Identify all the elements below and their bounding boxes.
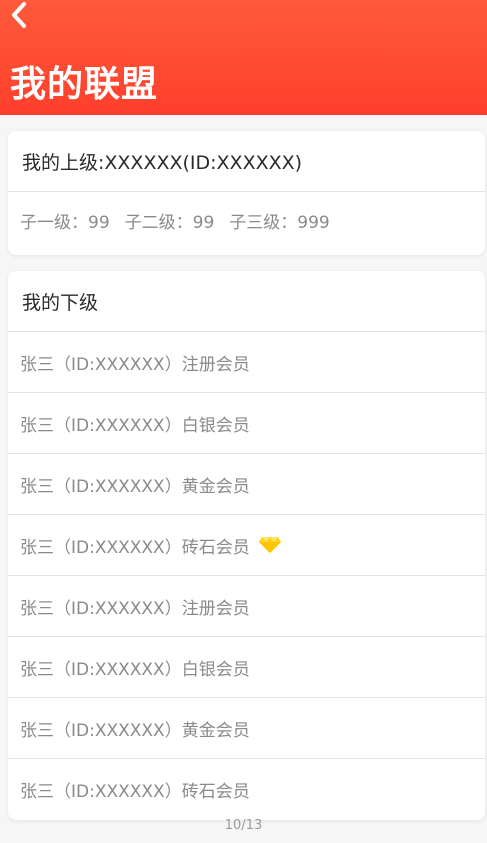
list-item[interactable]: 张三（ID:XXXXXX）注册会员 bbox=[8, 332, 485, 393]
page-title: 我的联盟 bbox=[10, 64, 159, 105]
list-item[interactable]: 张三（ID:XXXXXX）注册会员 bbox=[8, 576, 485, 637]
level-1-count: 子一级：99 bbox=[20, 212, 110, 233]
level-2-count: 子二级：99 bbox=[124, 212, 215, 233]
member-text: 张三（ID:XXXXXX）注册会员 bbox=[20, 354, 250, 375]
subordinates-card: 我的下级 张三（ID:XXXXXX）注册会员 张三（ID:XXXXXX）白银会员… bbox=[8, 271, 485, 820]
chevron-left-icon bbox=[12, 2, 26, 28]
list-item[interactable]: 张三（ID:XXXXXX）砖石会员 bbox=[8, 515, 485, 576]
list-item[interactable]: 张三（ID:XXXXXX）白银会员 bbox=[8, 637, 485, 698]
app-header: 我的联盟 bbox=[0, 0, 487, 115]
member-text: 张三（ID:XXXXXX）砖石会员 bbox=[20, 537, 250, 558]
list-item[interactable]: 张三（ID:XXXXXX）黄金会员 bbox=[8, 454, 485, 515]
subordinates-heading: 我的下级 bbox=[8, 271, 485, 332]
list-item[interactable]: 张三（ID:XXXXXX）砖石会员 bbox=[8, 759, 485, 819]
level-counts: 子一级：99 子二级：99 子三级：999 bbox=[8, 192, 485, 248]
page-indicator: 10/13 bbox=[224, 818, 263, 833]
back-button[interactable] bbox=[6, 0, 34, 36]
level-3-count: 子三级：999 bbox=[229, 212, 330, 233]
member-text: 张三（ID:XXXXXX）注册会员 bbox=[20, 598, 250, 619]
member-text: 张三（ID:XXXXXX）砖石会员 bbox=[20, 781, 250, 802]
member-text: 张三（ID:XXXXXX）黄金会员 bbox=[20, 476, 250, 497]
list-item[interactable]: 张三（ID:XXXXXX）黄金会员 bbox=[8, 698, 485, 759]
superior-heading: 我的上级:XXXXXX(ID:XXXXXX) bbox=[8, 131, 485, 192]
diamond-icon bbox=[258, 537, 281, 553]
member-text: 张三（ID:XXXXXX）白银会员 bbox=[20, 415, 250, 436]
member-text: 张三（ID:XXXXXX）白银会员 bbox=[20, 659, 250, 680]
list-item[interactable]: 张三（ID:XXXXXX）白银会员 bbox=[8, 393, 485, 454]
member-text: 张三（ID:XXXXXX）黄金会员 bbox=[20, 720, 250, 741]
superior-card: 我的上级:XXXXXX(ID:XXXXXX) 子一级：99 子二级：99 子三级… bbox=[8, 131, 485, 255]
